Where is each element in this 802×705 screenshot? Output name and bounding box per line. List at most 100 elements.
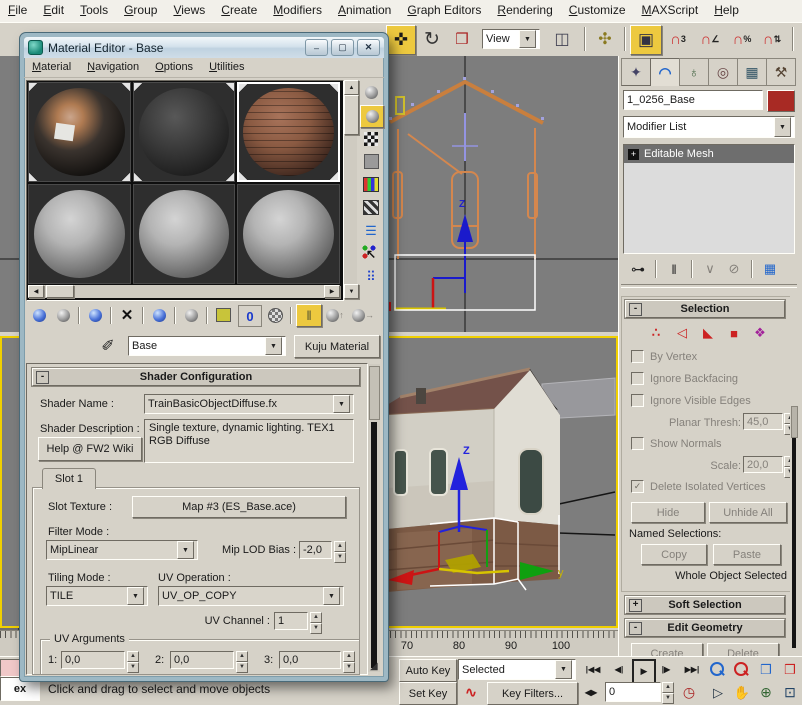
- menu-customize[interactable]: Customize: [561, 0, 634, 21]
- menu-create[interactable]: Create: [213, 0, 265, 21]
- command-panel-scrollbar[interactable]: [790, 296, 798, 652]
- material-id-channel-button[interactable]: 0: [238, 305, 262, 327]
- chevron-down-icon[interactable]: ▼: [555, 660, 572, 679]
- window-resize-grip[interactable]: ◢: [370, 661, 378, 672]
- help-fw2-wiki-button[interactable]: Help @ FW2 Wiki: [38, 437, 142, 461]
- collapse-icon[interactable]: -: [629, 622, 642, 635]
- scroll-down-icon[interactable]: ▼: [344, 284, 359, 299]
- stack-row-editable-mesh[interactable]: + Editable Mesh: [624, 145, 794, 163]
- zoom-button[interactable]: [707, 661, 727, 679]
- rollout-scrollbar[interactable]: [368, 364, 380, 672]
- assign-material-to-selection-button[interactable]: [84, 305, 106, 325]
- uv-channel-spinner[interactable]: ▲▼: [310, 612, 322, 634]
- time-configuration-button[interactable]: ◷: [678, 682, 700, 703]
- select-rotate-button[interactable]: ↻: [418, 25, 446, 53]
- subobject-element-button[interactable]: ❖: [749, 324, 771, 342]
- hide-button[interactable]: Hide: [631, 502, 705, 523]
- modifier-stack[interactable]: + Editable Mesh: [623, 144, 795, 254]
- tab-create[interactable]: ✦: [621, 58, 651, 86]
- material-editor-options-button[interactable]: ☰: [360, 220, 382, 241]
- tab-display[interactable]: ▦: [737, 58, 767, 86]
- material-editor-window[interactable]: Material Editor - Base – ▢ ✕ MaterialNav…: [20, 33, 388, 681]
- uv-arg3-field[interactable]: 0,0: [279, 651, 341, 669]
- create-button-partial[interactable]: Create: [631, 643, 703, 656]
- pin-stack-button[interactable]: ⊶: [627, 259, 649, 279]
- menu-material[interactable]: Material: [24, 58, 79, 77]
- maximize-button[interactable]: ▢: [331, 39, 354, 56]
- minimize-button[interactable]: –: [305, 39, 328, 56]
- uv-channel-field[interactable]: 1: [274, 612, 308, 630]
- material-map-navigator-button[interactable]: ⠿: [360, 266, 382, 287]
- slots-v-scrollbar[interactable]: ▲ ▼: [344, 80, 357, 299]
- show-normals-checkbox[interactable]: Show Normals: [631, 437, 722, 450]
- reset-map-button[interactable]: ✕: [116, 305, 138, 325]
- put-to-library-button[interactable]: [212, 305, 234, 325]
- background-button[interactable]: [360, 128, 382, 149]
- chevron-down-icon[interactable]: ▼: [333, 395, 350, 413]
- collapse-icon[interactable]: -: [36, 371, 49, 384]
- previous-frame-button[interactable]: ◀|: [608, 659, 630, 680]
- mip-lod-bias-spinner[interactable]: ▲▼: [334, 541, 346, 563]
- chevron-down-icon[interactable]: ▼: [265, 337, 282, 355]
- scroll-right-icon[interactable]: ▶: [324, 285, 340, 298]
- material-slot-gray-2[interactable]: [133, 184, 236, 284]
- play-button[interactable]: ▶: [632, 659, 656, 684]
- by-vertex-checkbox[interactable]: By Vertex: [631, 350, 697, 363]
- menu-navigation[interactable]: Navigation: [79, 58, 147, 77]
- menu-group[interactable]: Group: [116, 0, 165, 21]
- make-material-copy-button[interactable]: [148, 305, 170, 325]
- ignore-visible-edges-checkbox[interactable]: Ignore Visible Edges: [631, 394, 751, 407]
- material-slot-gray-3[interactable]: [237, 184, 340, 284]
- scroll-left-icon[interactable]: ◀: [28, 285, 44, 298]
- modifier-list-dropdown[interactable]: Modifier List ▼: [623, 116, 795, 138]
- slot-1-tab[interactable]: Slot 1: [42, 468, 96, 489]
- make-unique-button[interactable]: [180, 305, 202, 325]
- sample-uv-tiling-button[interactable]: [360, 151, 382, 172]
- go-to-start-button[interactable]: |◀◀: [580, 659, 606, 680]
- arc-rotate-button[interactable]: ⊕: [755, 682, 777, 703]
- reference-coordsys-dropdown[interactable]: View ▼: [482, 29, 540, 49]
- object-color-swatch[interactable]: [767, 90, 795, 112]
- material-name-dropdown[interactable]: Base ▼: [128, 336, 286, 356]
- select-manipulate-button[interactable]: ✣: [592, 25, 618, 53]
- zoom-extents-all-button[interactable]: ❒: [779, 659, 801, 680]
- chevron-down-icon[interactable]: ▼: [177, 541, 194, 559]
- go-forward-sibling-button[interactable]: →: [352, 305, 374, 325]
- spinner-snap-button[interactable]: ∩⇅: [758, 25, 786, 53]
- go-to-parent-button[interactable]: ↑: [324, 305, 346, 325]
- set-key-button[interactable]: Set Key: [399, 682, 457, 705]
- ignore-backfacing-checkbox[interactable]: Ignore Backfacing: [631, 372, 738, 385]
- key-mode-toggle-button[interactable]: ◀▶: [580, 682, 602, 703]
- slots-h-scrollbar[interactable]: ◀ ▶: [28, 285, 340, 298]
- tab-modify[interactable]: ◠: [650, 58, 680, 86]
- menu-help[interactable]: Help: [706, 0, 747, 21]
- current-frame-field[interactable]: 0: [605, 682, 661, 702]
- default-in-out-tangent-button[interactable]: ∿: [459, 682, 483, 703]
- v-scroll-thumb[interactable]: [344, 95, 359, 135]
- delete-isolated-checkbox[interactable]: ✓Delete Isolated Vertices: [631, 480, 766, 493]
- menu-utilities[interactable]: Utilities: [201, 58, 252, 77]
- edit-geometry-rollout-header[interactable]: - Edit Geometry: [625, 619, 785, 637]
- key-filters-button[interactable]: Key Filters...: [487, 682, 578, 705]
- collapse-icon[interactable]: -: [629, 303, 642, 316]
- show-end-result-button[interactable]: ‖: [296, 304, 322, 327]
- next-frame-button[interactable]: |▶: [655, 659, 677, 680]
- menu-maxscript[interactable]: MAXScript: [634, 0, 707, 21]
- material-editor-titlebar[interactable]: Material Editor - Base – ▢ ✕: [24, 37, 384, 58]
- show-end-result-button[interactable]: ‖: [663, 259, 685, 279]
- chevron-down-icon[interactable]: ▼: [774, 117, 791, 137]
- expand-icon[interactable]: +: [629, 599, 642, 612]
- tab-motion[interactable]: ◎: [708, 58, 738, 86]
- selection-rollout-header[interactable]: - Selection: [625, 300, 785, 318]
- percent-snap-button[interactable]: ∩%: [728, 25, 756, 53]
- close-button[interactable]: ✕: [357, 39, 380, 56]
- remove-modifier-button[interactable]: ⊘: [723, 259, 745, 279]
- tab-hierarchy[interactable]: ♁: [679, 58, 709, 86]
- soft-selection-rollout-header[interactable]: + Soft Selection: [625, 596, 785, 614]
- select-by-material-button[interactable]: ↖: [360, 243, 382, 264]
- uv-arg3-spinner[interactable]: ▲▼: [343, 651, 355, 673]
- material-slot-gray-1[interactable]: [28, 184, 131, 284]
- auto-key-button[interactable]: Auto Key: [399, 659, 457, 682]
- configure-modifier-sets-button[interactable]: ▦: [759, 259, 781, 279]
- make-unique-button[interactable]: ∨: [699, 259, 721, 279]
